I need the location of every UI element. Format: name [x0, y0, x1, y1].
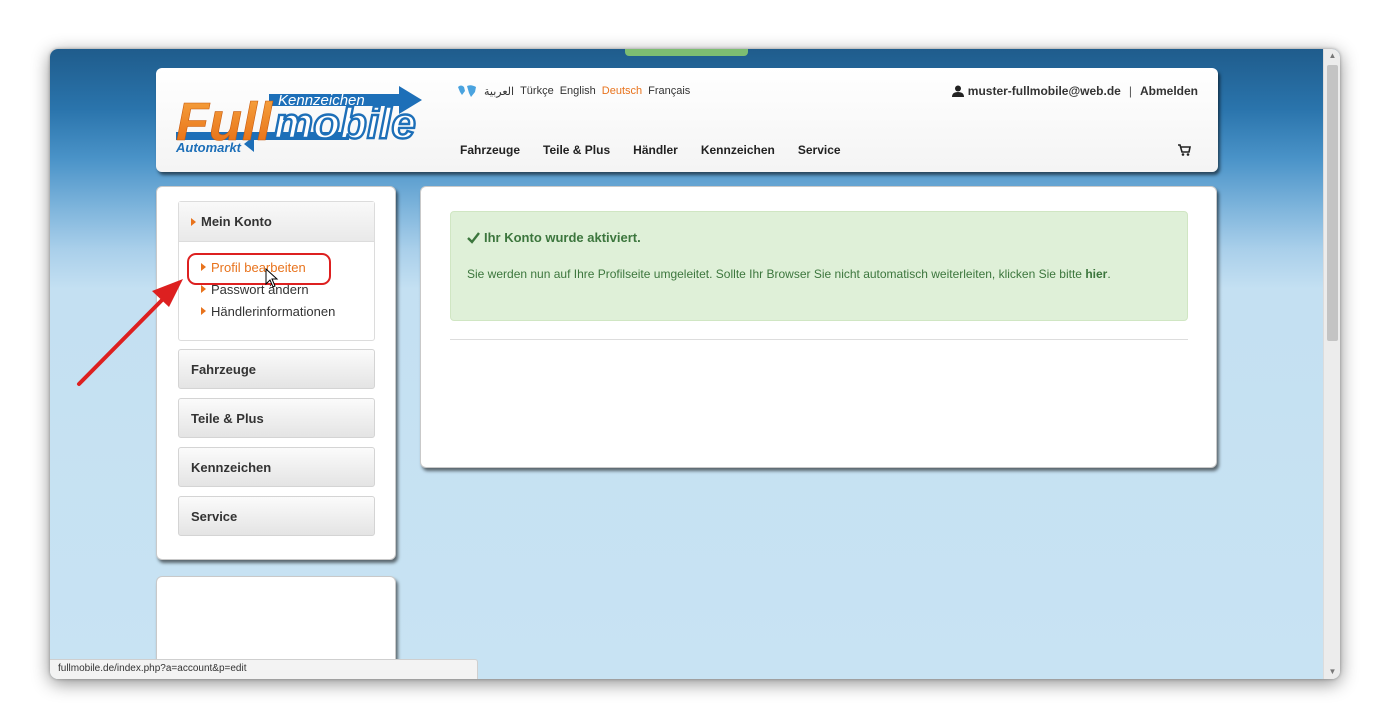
user-icon [951, 85, 964, 97]
menu-dealer-info-label: Händlerinformationen [211, 303, 336, 319]
lang-arabic[interactable]: العربية [484, 85, 514, 98]
category-kennzeichen[interactable]: Kennzeichen [178, 447, 375, 487]
alert-message: Sie werden nun auf Ihre Profilseite umge… [467, 265, 1171, 283]
account-panel-header[interactable]: Mein Konto [179, 202, 374, 242]
alert-message-end: . [1107, 267, 1111, 281]
category-service[interactable]: Service [178, 496, 375, 536]
nav-service[interactable]: Service [798, 143, 841, 157]
browser-status-bar: fullmobile.de/index.php?a=account&p=edit [50, 659, 478, 679]
vertical-scrollbar[interactable]: ▲ ▼ [1323, 49, 1340, 679]
account-title: Mein Konto [201, 214, 272, 229]
nav-teile-plus[interactable]: Teile & Plus [543, 143, 610, 157]
annotation-highlight-box [187, 253, 331, 285]
fullmobile-logo[interactable]: Kennzeichen Full mobile Automarkt [174, 80, 424, 160]
scroll-down-icon[interactable]: ▼ [1324, 665, 1340, 679]
account-panel: Mein Konto Profil bearbeiten Passwort än… [178, 201, 375, 341]
triangle-right-icon [201, 285, 206, 293]
content-divider [450, 339, 1188, 340]
user-email-link[interactable]: muster-fullmobile@web.de [968, 84, 1121, 98]
status-url: fullmobile.de/index.php?a=account&p=edit [58, 663, 247, 674]
svg-text:mobile: mobile [274, 99, 416, 148]
site-header: Kennzeichen Full mobile Automarkt العربي… [156, 68, 1218, 172]
user-separator: | [1128, 84, 1132, 98]
triangle-right-icon [201, 307, 206, 315]
lang-english[interactable]: English [560, 85, 596, 97]
triangle-right-icon [191, 217, 196, 226]
lang-turkish[interactable]: Türkçe [520, 85, 554, 97]
browser-window: Kennzeichen Full mobile Automarkt العربي… [50, 49, 1340, 679]
scroll-thumb[interactable] [1327, 65, 1338, 341]
mouse-cursor-icon [265, 268, 279, 288]
menu-dealer-info[interactable]: Händlerinformationen [201, 300, 374, 322]
alert-message-text: Sie werden nun auf Ihre Profilseite umge… [467, 267, 1082, 281]
alert-title: Ihr Konto wurde aktiviert. [467, 230, 1171, 245]
nav-kennzeichen[interactable]: Kennzeichen [701, 143, 775, 157]
nav-haendler[interactable]: Händler [633, 143, 678, 157]
globe-icon [458, 85, 476, 97]
success-alert: Ihr Konto wurde aktiviert. Sie werden nu… [450, 211, 1188, 321]
category-fahrzeuge[interactable]: Fahrzeuge [178, 349, 375, 389]
scroll-up-icon[interactable]: ▲ [1324, 49, 1340, 63]
top-tab-indicator [625, 49, 748, 56]
logout-link[interactable]: Abmelden [1140, 84, 1198, 98]
sidebar: Mein Konto Profil bearbeiten Passwort än… [156, 186, 396, 560]
main-nav: Fahrzeuge Teile & Plus Händler Kennzeich… [460, 143, 841, 157]
category-teile-plus[interactable]: Teile & Plus [178, 398, 375, 438]
lang-german[interactable]: Deutsch [602, 85, 642, 97]
alert-title-text: Ihr Konto wurde aktiviert. [484, 230, 641, 245]
user-bar: muster-fullmobile@web.de | Abmelden [951, 84, 1198, 98]
language-bar: العربية Türkçe English Deutsch Français [456, 84, 690, 98]
main-content: Ihr Konto wurde aktiviert. Sie werden nu… [420, 186, 1217, 468]
nav-fahrzeuge[interactable]: Fahrzeuge [460, 143, 520, 157]
lang-french[interactable]: Français [648, 85, 690, 97]
checkmark-icon [467, 231, 480, 244]
alert-link-hier[interactable]: hier [1085, 267, 1107, 281]
cart-icon[interactable] [1176, 141, 1192, 157]
svg-text:Automarkt: Automarkt [175, 140, 242, 155]
